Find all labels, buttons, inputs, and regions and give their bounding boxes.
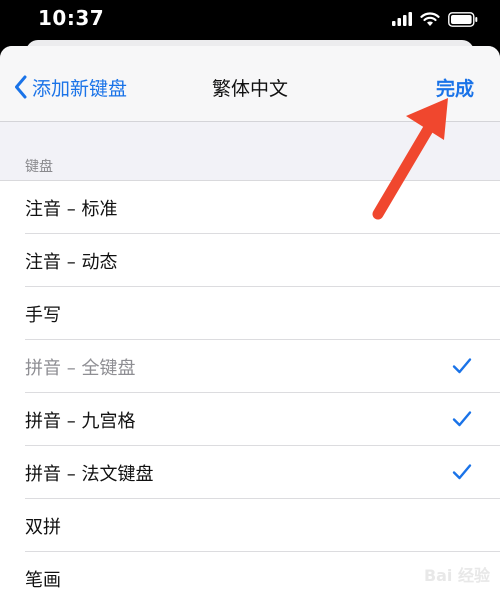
cellular-signal-icon [392,12,412,26]
status-icons [392,10,478,28]
keyboard-label: 双拼 [25,516,61,538]
keyboard-label: 拼音 – 九宫格 [25,410,136,432]
status-bar: 10:37 [0,0,500,40]
list-item-keyboard[interactable]: 手写 [0,287,500,340]
list-item-keyboard[interactable]: 双拼 [0,499,500,552]
section-header-keyboards: 键盘 [25,159,53,175]
checkmark-icon [452,358,472,374]
keyboard-label: 手写 [25,304,61,326]
list-item-keyboard[interactable]: 注音 – 动态 [0,234,500,287]
list-item-keyboard[interactable]: 拼音 – 九宫格 [0,393,500,446]
checkmark-icon [452,411,472,427]
keyboard-label: 注音 – 标准 [25,198,118,220]
keyboard-label: 注音 – 动态 [25,251,118,273]
phone-screen: 10:37 添加新键盘 繁体中文 完成 键盘 注音 – 标准 注音 – 动态 手… [0,0,500,600]
battery-icon [448,11,478,27]
status-time: 10:37 [38,6,105,30]
watermark-url: jingyan.baidu.com [388,581,490,594]
annotation-arrow-icon [372,98,448,220]
watermark: Bai 经验 jingyan.baidu.com [388,568,490,594]
list-item-keyboard[interactable]: 拼音 – 法文键盘 [0,446,500,499]
list-item-keyboard[interactable]: 拼音 – 全键盘 [0,340,500,393]
keyboard-label: 拼音 – 全键盘 [25,357,136,379]
checkmark-icon [452,464,472,480]
keyboard-label: 拼音 – 法文键盘 [25,463,154,485]
keyboard-label: 笔画 [25,569,61,591]
wifi-icon [420,11,440,26]
keyboard-list: 注音 – 标准 注音 – 动态 手写 拼音 – 全键盘 拼音 – 九宫格 拼音 … [0,180,500,600]
